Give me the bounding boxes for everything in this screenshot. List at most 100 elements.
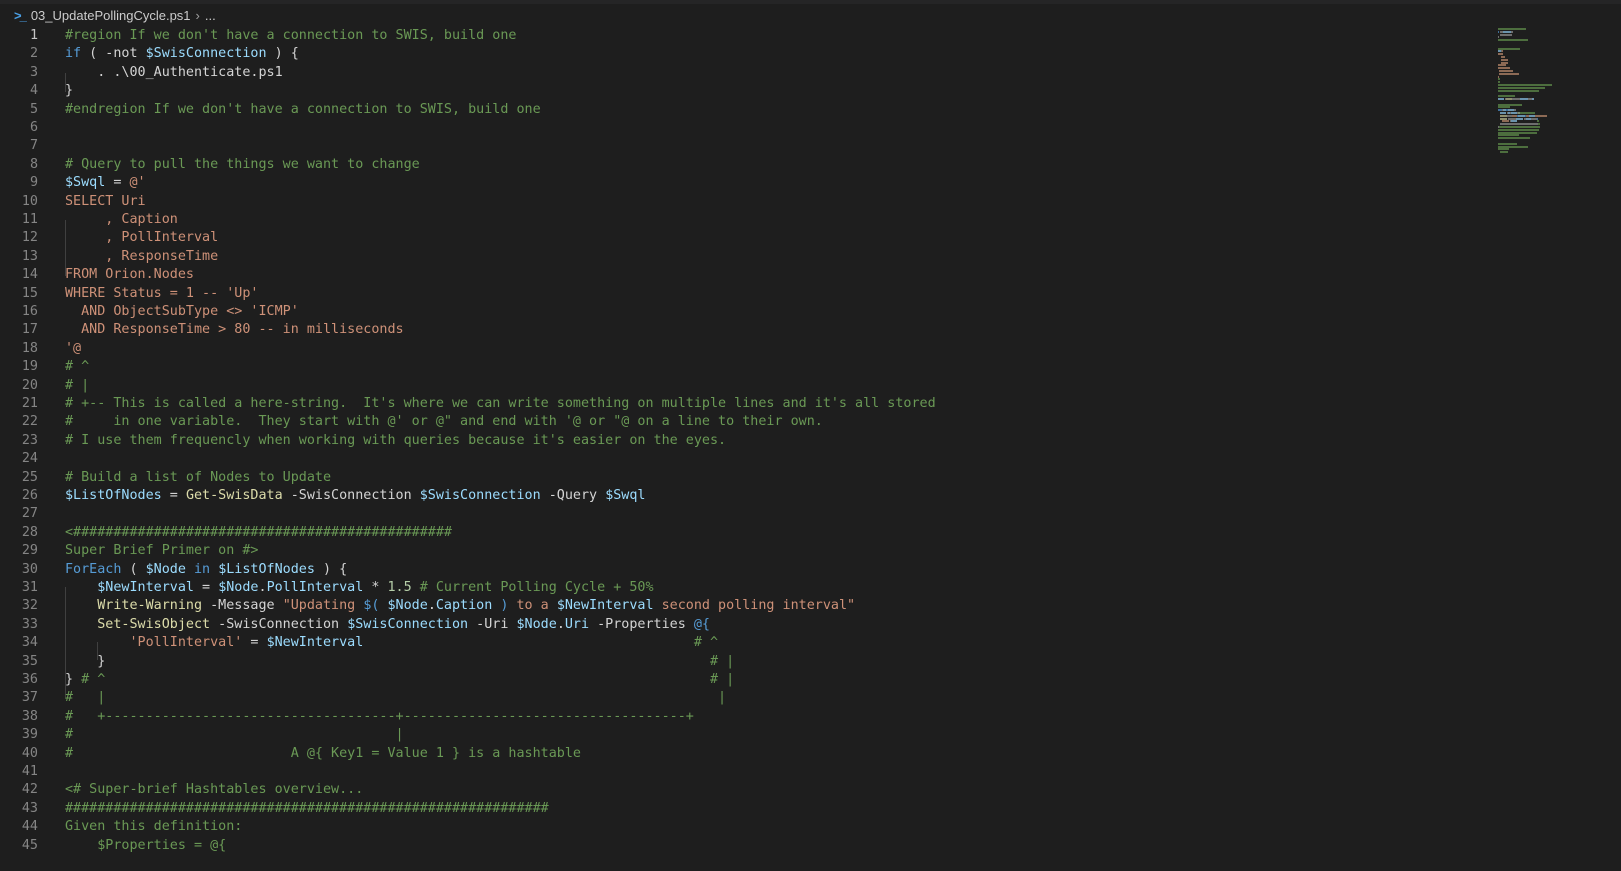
minimap-mark (1515, 117, 1523, 120)
code-line[interactable]: 31 $NewInterval = $Node.PollInterval * 1… (0, 578, 1490, 597)
code-line[interactable]: 41 (0, 762, 1490, 781)
code-token: # | (709, 653, 735, 669)
code-line[interactable]: 6 (0, 118, 1490, 137)
code-line[interactable]: 19 # ^ (0, 357, 1490, 376)
code-token: Super Brief Primer on #> (65, 543, 259, 559)
code-token: ) { (314, 561, 348, 577)
code-line[interactable]: 8 # Query to pull the things we want to c… (0, 155, 1490, 174)
code-line[interactable]: 28 <#####################################… (0, 523, 1490, 542)
code-line[interactable]: 11 , Caption (0, 210, 1490, 229)
line-number: 10 (21, 193, 38, 209)
powershell-icon: >_ (14, 7, 27, 23)
code-line[interactable]: 22 # in one variable. They start with @' … (0, 412, 1490, 431)
code-line[interactable]: 9 $Swql = @' (0, 173, 1490, 192)
code-line[interactable]: 34 'PollInterval' = $NewInterval # ^ (0, 633, 1490, 652)
code-line[interactable]: 38 # +-----------------------------------… (0, 707, 1490, 726)
code-line[interactable]: 43 ######################################… (0, 799, 1490, 818)
code-token: <#######################################… (65, 524, 452, 540)
code-line[interactable]: 4} (0, 81, 1490, 100)
code-token: Given this definition: (65, 819, 243, 835)
code-line[interactable]: 37 # | | (0, 688, 1490, 707)
minimap[interactable] (1490, 26, 1621, 871)
code-line[interactable]: 24 (0, 449, 1490, 468)
code-line[interactable]: 32 Write-Warning -Message "Updating $( $… (0, 596, 1490, 615)
code-token: #endregion If we don't have a connection… (65, 101, 541, 117)
code-token: -SwisConnection (282, 488, 420, 503)
code-line[interactable]: 5 #endregion If we don't have a connectio… (0, 100, 1490, 119)
code-line[interactable]: 21 # +-- This is called a here-string. It… (0, 394, 1490, 413)
code-token: } (65, 653, 710, 669)
minimap-mark (1500, 33, 1512, 36)
minimap-mark (1498, 28, 1526, 30)
line-code: WHERE Status = 1 -- 'Up' (65, 284, 258, 303)
code-token: $SwisConnection (145, 46, 267, 62)
minimap-mark (1498, 103, 1522, 106)
line-code: } # ^ # | (65, 670, 734, 689)
minimap-mark (1498, 95, 1515, 98)
code-line[interactable]: 29 Super Brief Primer on #> (0, 541, 1490, 560)
code-line[interactable]: 26 $ListOfNodes = Get-SwisData -SwisConne… (0, 486, 1490, 505)
minimap-mark (1500, 117, 1507, 120)
line-number: 3 (29, 64, 38, 80)
code-line[interactable]: 44 Given this definition: (0, 817, 1490, 836)
code-line[interactable]: 42 <# Super-brief Hashtables overview... (0, 780, 1490, 799)
line-code: , ResponseTime (65, 247, 218, 266)
line-code: <#######################################… (65, 523, 452, 542)
code-line[interactable]: 23 # I use them frequencly when working w… (0, 431, 1490, 450)
code-line[interactable]: 17 AND ResponseTime > 80 -- in milliseco… (0, 320, 1490, 339)
line-code: # | | (65, 688, 726, 707)
code-line[interactable]: 39 # | (0, 725, 1490, 744)
code-line[interactable]: 18 '@ (0, 339, 1490, 358)
code-token: , PollInterval (65, 230, 219, 246)
code-token: ( -not (81, 46, 146, 62)
line-code: '@ (65, 339, 81, 358)
code-token: -Uri (468, 616, 517, 632)
line-code: # I use them frequencly when working wit… (65, 431, 726, 450)
code-line[interactable]: 14 FROM Orion.Nodes (0, 265, 1490, 284)
code-token: $ListOfNodes (65, 488, 162, 503)
breadcrumb-file[interactable]: 03_UpdatePollingCycle.ps1 (31, 8, 191, 23)
code-line[interactable]: 15 WHERE Status = 1 -- 'Up' (0, 284, 1490, 303)
code-line[interactable]: 36} # ^ # | (0, 670, 1490, 689)
line-number: 45 (21, 837, 38, 853)
minimap-mark (1499, 126, 1540, 128)
code-line[interactable]: 3 . .\00_Authenticate.ps1 (0, 63, 1490, 82)
minimap-mark (1512, 98, 1520, 100)
code-token: # ^ (693, 635, 719, 651)
line-number: 23 (21, 432, 38, 448)
line-code: # | (65, 376, 89, 395)
code-line[interactable]: 27 (0, 504, 1490, 523)
code-line[interactable]: 7 (0, 136, 1490, 155)
code-token: $Swql (605, 488, 646, 503)
code-line[interactable]: 40 # A @{ Key1 = Value 1 } is a hashtable (0, 744, 1490, 763)
code-line[interactable]: 12 , PollInterval (0, 228, 1490, 247)
code-line[interactable]: 20 # | (0, 376, 1490, 395)
line-number: 7 (29, 138, 38, 154)
minimap-mark (1537, 117, 1538, 120)
code-line[interactable]: 25 # Build a list of Nodes to Update (0, 468, 1490, 487)
code-editor[interactable]: 1 #region If we don't have a connection t… (0, 26, 1490, 871)
code-token: * (363, 580, 388, 595)
code-line[interactable]: 2 if ( -not $SwisConnection ) { (0, 44, 1490, 63)
line-code: } (65, 81, 73, 100)
minimap-mark (1502, 120, 1509, 123)
line-number: 13 (21, 248, 38, 264)
code-line[interactable]: 33 Set-SwisObject -SwisConnection $SwisC… (0, 615, 1490, 634)
code-line[interactable]: 10 SELECT Uri (0, 192, 1490, 211)
code-token: FROM Orion.Nodes (65, 267, 194, 283)
line-code: # Query to pull the things we want to ch… (65, 155, 420, 174)
code-line[interactable]: 13 , ResponseTime (0, 247, 1490, 266)
code-line[interactable]: 35 } # | (0, 652, 1490, 671)
code-line[interactable]: 30 ForEach ( $Node in $ListOfNodes ) { (0, 560, 1490, 579)
code-line[interactable]: 1 #region If we don't have a connection t… (0, 26, 1490, 45)
code-line[interactable]: 16 AND ObjectSubType <> 'ICMP' (0, 302, 1490, 321)
code-token: Set-SwisObject (97, 616, 211, 632)
minimap-mark (1498, 145, 1528, 148)
minimap-mark (1498, 39, 1528, 42)
breadcrumb-more[interactable]: ... (205, 8, 216, 23)
code-line[interactable]: 45 $Properties = @{ (0, 836, 1490, 855)
line-code: $NewInterval = $Node.PollInterval * 1.5 … (65, 578, 653, 597)
